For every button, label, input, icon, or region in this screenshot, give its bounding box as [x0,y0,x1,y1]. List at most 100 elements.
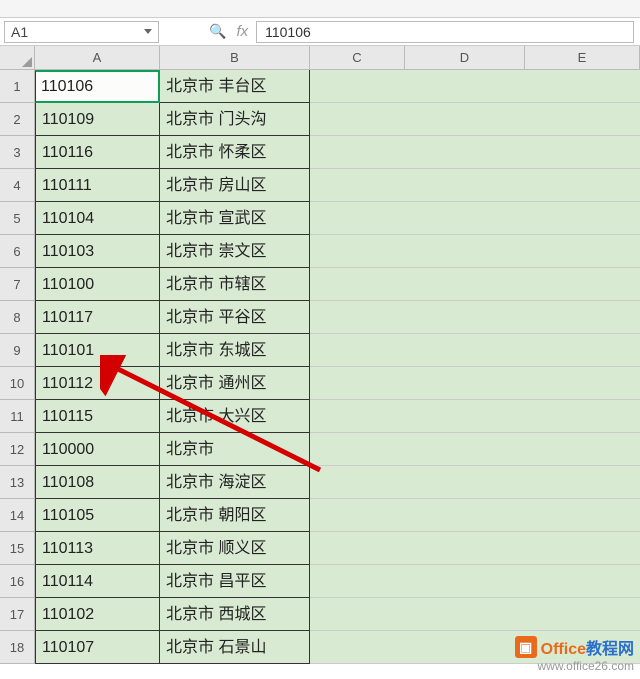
chevron-down-icon[interactable] [144,29,152,34]
cell[interactable] [310,202,405,235]
cell[interactable]: 北京市 西城区 [160,598,310,631]
row-header[interactable]: 17 [0,598,35,631]
row-header[interactable]: 11 [0,400,35,433]
cell[interactable] [310,334,405,367]
cell[interactable] [525,136,640,169]
cell[interactable] [405,400,525,433]
cell[interactable] [405,268,525,301]
row-header[interactable]: 10 [0,367,35,400]
cell[interactable] [310,268,405,301]
row-header[interactable]: 1 [0,70,35,103]
formula-input[interactable]: 110106 [256,21,634,43]
cell[interactable]: 110100 [35,268,160,301]
row-header[interactable]: 8 [0,301,35,334]
cell[interactable]: 110112 [35,367,160,400]
row-header[interactable]: 9 [0,334,35,367]
cell[interactable] [405,466,525,499]
cell[interactable]: 北京市 怀柔区 [160,136,310,169]
row-header[interactable]: 6 [0,235,35,268]
cell[interactable] [525,367,640,400]
cell[interactable]: 110115 [35,400,160,433]
cell[interactable] [310,631,405,664]
cell[interactable] [310,301,405,334]
cell[interactable]: 110117 [35,301,160,334]
cell[interactable]: 北京市 朝阳区 [160,499,310,532]
cell[interactable]: 北京市 平谷区 [160,301,310,334]
cell[interactable] [310,565,405,598]
cell[interactable] [405,103,525,136]
cell[interactable] [405,532,525,565]
fx-icon[interactable]: fx [236,23,248,40]
cell[interactable]: 110114 [35,565,160,598]
cell[interactable] [405,235,525,268]
cell[interactable]: 110108 [35,466,160,499]
cell[interactable]: 北京市 石景山 [160,631,310,664]
cell[interactable]: 110113 [35,532,160,565]
row-header[interactable]: 12 [0,433,35,466]
row-header[interactable]: 7 [0,268,35,301]
cell[interactable] [525,433,640,466]
cell[interactable] [405,70,525,103]
cell[interactable] [525,532,640,565]
cell[interactable] [310,499,405,532]
cell[interactable]: 110107 [35,631,160,664]
row-header[interactable]: 14 [0,499,35,532]
col-header-c[interactable]: C [310,46,405,70]
cell[interactable] [525,202,640,235]
row-header[interactable]: 4 [0,169,35,202]
cell[interactable] [310,598,405,631]
cell[interactable] [310,433,405,466]
cell[interactable] [405,367,525,400]
cell[interactable] [310,367,405,400]
cell[interactable]: 110000 [35,433,160,466]
cell[interactable]: 110109 [35,103,160,136]
cell[interactable] [525,400,640,433]
cell[interactable] [525,499,640,532]
cell[interactable] [310,400,405,433]
name-box[interactable]: A1 [4,21,159,43]
cell[interactable]: 110101 [35,334,160,367]
cell[interactable]: 110116 [35,136,160,169]
cell[interactable]: 110105 [35,499,160,532]
cell[interactable] [405,301,525,334]
row-header[interactable]: 18 [0,631,35,664]
cell[interactable]: 北京市 丰台区 [160,70,310,103]
cell[interactable] [405,631,525,664]
cell[interactable] [405,334,525,367]
cell[interactable] [525,268,640,301]
cell[interactable]: 北京市 东城区 [160,334,310,367]
cell[interactable] [310,235,405,268]
cell[interactable]: 北京市 大兴区 [160,400,310,433]
cell[interactable] [525,334,640,367]
cell[interactable] [525,235,640,268]
row-header[interactable]: 16 [0,565,35,598]
cell[interactable]: 北京市 [160,433,310,466]
cell[interactable] [310,532,405,565]
cell[interactable]: 北京市 通州区 [160,367,310,400]
row-header[interactable]: 15 [0,532,35,565]
cell[interactable]: 110111 [35,169,160,202]
cell[interactable] [310,169,405,202]
cell[interactable] [405,598,525,631]
zoom-icon[interactable]: 🔍 [209,23,226,40]
cell[interactable] [525,70,640,103]
cell[interactable] [405,136,525,169]
cell[interactable]: 北京市 崇文区 [160,235,310,268]
cell[interactable]: 北京市 门头沟 [160,103,310,136]
cell[interactable] [405,565,525,598]
col-header-b[interactable]: B [160,46,310,70]
cell[interactable]: 北京市 海淀区 [160,466,310,499]
select-all-corner[interactable] [0,46,35,70]
cell[interactable]: 北京市 市辖区 [160,268,310,301]
col-header-a[interactable]: A [35,46,160,70]
cell[interactable] [310,136,405,169]
cell[interactable] [525,466,640,499]
cell[interactable]: 北京市 宣武区 [160,202,310,235]
cell[interactable] [525,598,640,631]
cell[interactable] [525,301,640,334]
cell[interactable] [310,466,405,499]
cell[interactable] [405,169,525,202]
row-header[interactable]: 3 [0,136,35,169]
cell[interactable] [525,169,640,202]
cell[interactable] [310,103,405,136]
